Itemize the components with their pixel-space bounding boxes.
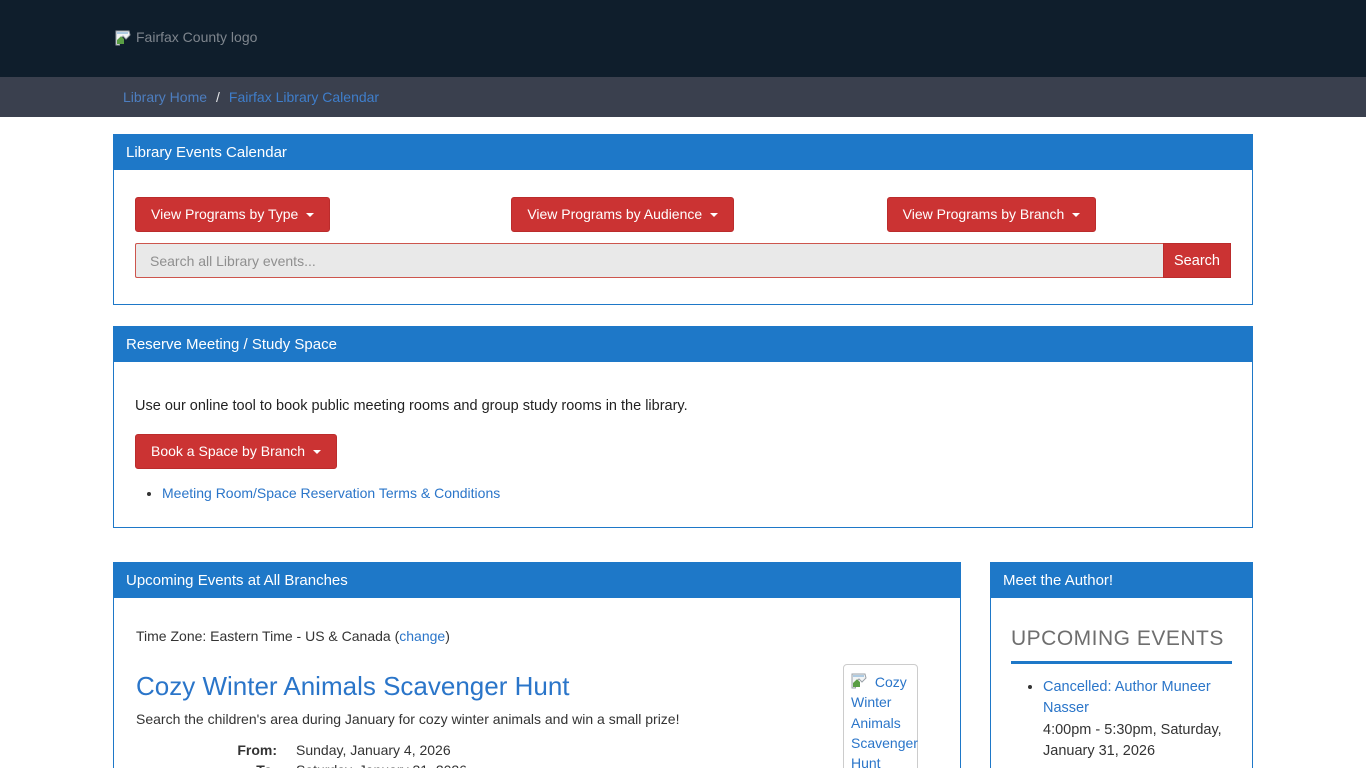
breadcrumb: Library Home / Fairfax Library Calendar bbox=[0, 77, 1366, 117]
event-thumbnail-broken-image[interactable]: Cozy Winter Animals Scavenger Hunt bbox=[843, 664, 918, 768]
event-title-link[interactable]: Cozy Winter Animals Scavenger Hunt bbox=[136, 671, 570, 702]
breadcrumb-fairfax-library-calendar[interactable]: Fairfax Library Calendar bbox=[229, 89, 379, 105]
view-programs-by-branch-dropdown[interactable]: View Programs by Branch bbox=[887, 197, 1097, 232]
meet-the-author-panel: Meet the Author! UPCOMING EVENTS Cancell… bbox=[990, 562, 1253, 768]
chevron-down-icon bbox=[1072, 213, 1080, 217]
book-a-space-by-branch-dropdown[interactable]: Book a Space by Branch bbox=[135, 434, 337, 469]
panel-title: Meet the Author! bbox=[991, 563, 1252, 598]
timezone-text: ) bbox=[445, 628, 450, 644]
library-events-calendar-panel: Library Events Calendar View Programs by… bbox=[113, 134, 1253, 305]
event-detail-from: From: Sunday, January 4, 2026 bbox=[136, 740, 831, 760]
panel-title: Reserve Meeting / Study Space bbox=[114, 327, 1252, 362]
event-description: Search the children's area during Januar… bbox=[136, 711, 938, 727]
breadcrumb-library-home[interactable]: Library Home bbox=[123, 89, 207, 105]
dropdown-label: View Programs by Branch bbox=[903, 206, 1065, 223]
detail-value: Sunday, January 4, 2026 bbox=[296, 740, 451, 760]
reserve-description: Use our online tool to book public meeti… bbox=[135, 398, 1231, 414]
dropdown-label: View Programs by Audience bbox=[527, 206, 702, 223]
panel-title: Library Events Calendar bbox=[114, 135, 1252, 170]
site-header: Fairfax County logo bbox=[0, 0, 1366, 77]
sidebar-event-time: 4:00pm - 5:30pm, Saturday, January 31, 2… bbox=[1043, 722, 1222, 759]
detail-label: From: bbox=[136, 740, 296, 760]
detail-label: To: bbox=[136, 760, 296, 768]
breadcrumb-separator: / bbox=[216, 89, 220, 105]
detail-value: Saturday, January 31, 2026 bbox=[296, 760, 467, 768]
broken-image-icon bbox=[115, 29, 134, 49]
reserve-meeting-study-space-panel: Reserve Meeting / Study Space Use our on… bbox=[113, 326, 1253, 528]
dropdown-label: Book a Space by Branch bbox=[151, 443, 305, 460]
event-detail-to: To: Saturday, January 31, 2026 bbox=[136, 760, 831, 768]
timezone-text: Time Zone: Eastern Time - US & Canada ( bbox=[136, 628, 399, 644]
list-item: Meeting Room/Space Reservation Terms & C… bbox=[162, 485, 1231, 501]
view-programs-by-audience-dropdown[interactable]: View Programs by Audience bbox=[511, 197, 734, 232]
search-input[interactable] bbox=[135, 243, 1163, 278]
event-card: Cozy Winter Animals Scavenger Hunt Cozy … bbox=[136, 644, 938, 768]
change-timezone-link[interactable]: change bbox=[399, 628, 445, 644]
sidebar-event-item: Cancelled: Author Muneer Nasser 4:00pm -… bbox=[1043, 677, 1232, 763]
chevron-down-icon bbox=[313, 450, 321, 454]
upcoming-events-heading: UPCOMING EVENTS bbox=[1011, 612, 1232, 664]
timezone-line: Time Zone: Eastern Time - US & Canada (c… bbox=[136, 628, 938, 644]
fairfax-county-logo[interactable]: Fairfax County logo bbox=[115, 29, 257, 49]
chevron-down-icon bbox=[306, 213, 314, 217]
sidebar-event-link-cancelled-author-muneer-nasser[interactable]: Cancelled: Author Muneer Nasser bbox=[1043, 679, 1211, 716]
dropdown-label: View Programs by Type bbox=[151, 206, 298, 223]
upcoming-events-panel: Upcoming Events at All Branches Time Zon… bbox=[113, 562, 961, 768]
panel-title: Upcoming Events at All Branches bbox=[114, 563, 960, 598]
terms-and-conditions-link[interactable]: Meeting Room/Space Reservation Terms & C… bbox=[162, 485, 500, 501]
chevron-down-icon bbox=[710, 213, 718, 217]
view-programs-by-type-dropdown[interactable]: View Programs by Type bbox=[135, 197, 330, 232]
logo-alt-text: Fairfax County logo bbox=[136, 29, 257, 45]
search-button[interactable]: Search bbox=[1163, 243, 1231, 278]
broken-image-icon bbox=[851, 674, 875, 690]
